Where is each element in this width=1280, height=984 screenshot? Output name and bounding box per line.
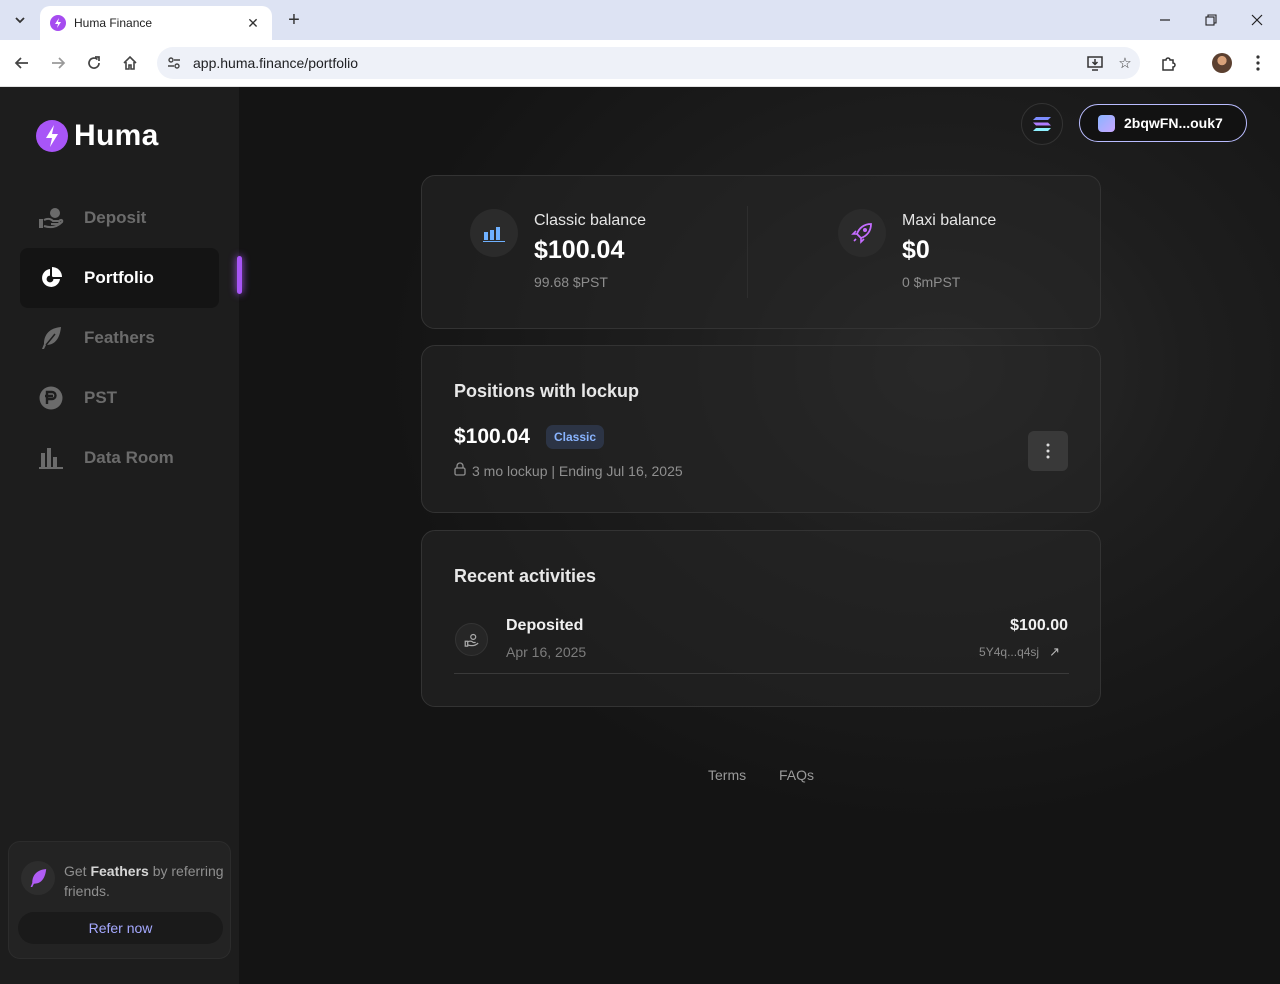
- close-tab-icon[interactable]: ✕: [244, 15, 262, 32]
- minimize-icon: [1160, 19, 1170, 21]
- huma-logo[interactable]: Huma: [36, 119, 159, 153]
- close-icon: [1251, 14, 1263, 26]
- promo-text-prefix: Get: [64, 863, 91, 879]
- lock-icon: [454, 462, 466, 479]
- wallet-button[interactable]: 2bqwFN...ouk7: [1079, 104, 1247, 142]
- site-info-icon[interactable]: [159, 49, 189, 77]
- feather-icon: [38, 325, 64, 351]
- logo-text: Huma: [74, 119, 159, 152]
- active-nav-indicator: [237, 256, 242, 294]
- new-tab-button[interactable]: +: [282, 8, 306, 32]
- reload-icon: [88, 56, 100, 69]
- classic-balance-title: Classic balance: [534, 212, 647, 229]
- activity-type: Deposited: [506, 617, 584, 634]
- balance-card: Classic balance $100.04 99.68 $PST Maxi …: [421, 175, 1101, 329]
- bookmark-star-icon[interactable]: ☆: [1110, 49, 1140, 77]
- bar-chart-icon: [470, 209, 518, 257]
- home-button[interactable]: [117, 50, 143, 76]
- sidebar: Huma Deposit Portfolio Feathers PST Data…: [0, 87, 239, 984]
- reload-button[interactable]: [81, 50, 107, 76]
- maxi-balance-amount: $0: [902, 236, 930, 264]
- address-bar[interactable]: app.huma.finance/portfolio ☆: [157, 47, 1140, 79]
- browser-tab-strip: Huma Finance ✕ +: [0, 0, 1280, 40]
- sidebar-item-portfolio[interactable]: Portfolio: [20, 248, 219, 308]
- wallet-address: 2bqwFN...ouk7: [1124, 115, 1223, 131]
- tab-search-button[interactable]: [8, 8, 32, 32]
- classic-balance-tokens: 99.68 $PST: [534, 274, 608, 290]
- solana-icon: [1033, 117, 1051, 131]
- kebab-menu-icon: [1256, 55, 1260, 71]
- wallet-icon: [1098, 114, 1115, 132]
- restore-icon: [1205, 14, 1217, 26]
- browser-toolbar: app.huma.finance/portfolio ☆: [0, 40, 1280, 87]
- promo-text-highlight: Feathers: [90, 863, 149, 879]
- sidebar-item-pst[interactable]: PST: [20, 368, 219, 428]
- position-lockup-info: 3 mo lockup | Ending Jul 16, 2025: [454, 462, 683, 479]
- home-icon: [123, 55, 137, 70]
- huma-favicon-icon: [50, 15, 66, 31]
- network-selector-button[interactable]: [1021, 103, 1063, 145]
- position-tier-badge: Classic: [546, 425, 605, 449]
- sidebar-item-label: Deposit: [84, 208, 147, 227]
- sidebar-item-label: Feathers: [84, 328, 155, 347]
- classic-balance-amount: $100.04: [534, 236, 625, 264]
- sidebar-item-label: Data Room: [84, 448, 174, 467]
- arrow-left-icon: [14, 57, 28, 69]
- sidebar-item-label: PST: [84, 388, 118, 407]
- footer-terms-link[interactable]: Terms: [708, 767, 746, 783]
- extensions-button[interactable]: [1156, 50, 1182, 76]
- back-button[interactable]: [9, 50, 35, 76]
- deposit-activity-icon: [455, 623, 488, 656]
- recent-activities-card: Recent activities Deposited Apr 16, 2025…: [421, 530, 1101, 707]
- activity-amount: $100.00: [1010, 617, 1068, 634]
- close-window-button[interactable]: [1244, 8, 1270, 32]
- position-more-button[interactable]: [1028, 431, 1068, 471]
- maxi-balance-tokens: 0 $mPST: [902, 274, 961, 290]
- position-amount: $100.04: [454, 425, 530, 448]
- browser-menu-button[interactable]: [1245, 50, 1271, 76]
- activity-divider: [454, 673, 1069, 674]
- activity-tx-link[interactable]: 5Y4q...q4sj ↗: [979, 644, 1060, 660]
- kebab-menu-icon: [1046, 443, 1050, 459]
- bar-chart-icon: [38, 445, 64, 471]
- maxi-balance-title: Maxi balance: [902, 212, 997, 229]
- lockup-text: 3 mo lockup | Ending Jul 16, 2025: [472, 462, 683, 479]
- positions-card: Positions with lockup $100.04 Classic 3 …: [421, 345, 1101, 513]
- url-text[interactable]: app.huma.finance/portfolio: [193, 55, 1080, 71]
- sidebar-item-data-room[interactable]: Data Room: [20, 428, 219, 488]
- profile-avatar[interactable]: [1212, 53, 1232, 73]
- app-root: Huma Deposit Portfolio Feathers PST Data…: [0, 87, 1280, 984]
- hand-coin-icon: [38, 205, 64, 231]
- sidebar-item-deposit[interactable]: Deposit: [20, 188, 219, 248]
- huma-logo-icon: [36, 120, 68, 152]
- promo-text: Get Feathers by referring friends.: [64, 861, 224, 901]
- install-app-icon[interactable]: [1080, 49, 1110, 77]
- minimize-button[interactable]: [1152, 8, 1178, 32]
- browser-tab[interactable]: Huma Finance ✕: [40, 6, 272, 40]
- balance-divider: [747, 206, 748, 298]
- activity-tx-hash: 5Y4q...q4sj: [979, 645, 1040, 659]
- feather-icon: [21, 861, 55, 895]
- puzzle-icon: [1162, 57, 1176, 71]
- arrow-right-icon: [52, 57, 66, 69]
- sidebar-item-feathers[interactable]: Feathers: [20, 308, 219, 368]
- rocket-icon: [838, 209, 886, 257]
- tab-title: Huma Finance: [74, 16, 153, 30]
- sidebar-item-label: Portfolio: [84, 268, 154, 287]
- activity-date: Apr 16, 2025: [506, 644, 587, 660]
- external-link-icon: ↗: [1049, 644, 1060, 659]
- refer-now-button[interactable]: Refer now: [18, 912, 223, 944]
- restore-button[interactable]: [1198, 8, 1224, 32]
- footer-faqs-link[interactable]: FAQs: [779, 767, 814, 783]
- activities-title: Recent activities: [454, 566, 597, 586]
- referral-promo: Get Feathers by referring friends. Refer…: [8, 841, 231, 959]
- pie-chart-icon: [38, 265, 64, 291]
- chevron-down-icon: [15, 17, 25, 24]
- forward-button[interactable]: [45, 50, 71, 76]
- positions-title: Positions with lockup: [454, 381, 640, 401]
- pst-token-icon: [38, 385, 64, 411]
